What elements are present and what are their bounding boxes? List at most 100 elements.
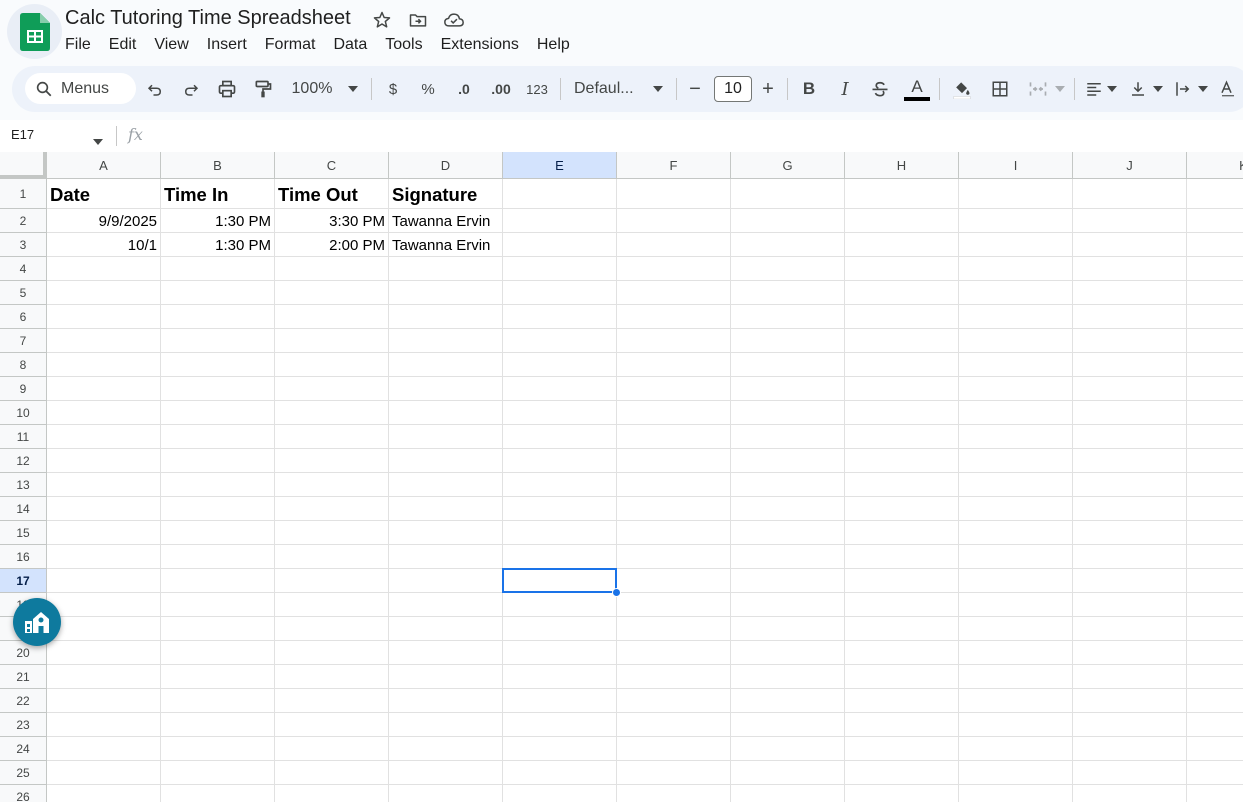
cell-i17[interactable] (959, 569, 1073, 593)
fill-color-button[interactable] (950, 76, 974, 102)
row-header-24[interactable]: 24 (0, 737, 47, 761)
text-rotation-button[interactable] (1217, 76, 1239, 102)
cell-f10[interactable] (617, 401, 731, 425)
cell-j9[interactable] (1073, 377, 1187, 401)
cell-i15[interactable] (959, 521, 1073, 545)
cell-k12[interactable] (1187, 449, 1243, 473)
column-header-c[interactable]: C (275, 152, 389, 179)
cell-c18[interactable] (275, 593, 389, 617)
cell-a4[interactable] (47, 257, 161, 281)
cell-c20[interactable] (275, 641, 389, 665)
cell-h18[interactable] (845, 593, 959, 617)
cell-h7[interactable] (845, 329, 959, 353)
cell-h19[interactable] (845, 617, 959, 641)
cell-k8[interactable] (1187, 353, 1243, 377)
number-format-button[interactable]: 123 (524, 76, 550, 102)
cell-c21[interactable] (275, 665, 389, 689)
horizontal-align-button[interactable] (1083, 76, 1105, 102)
name-box-dropdown-icon[interactable] (93, 132, 103, 150)
cell-d25[interactable] (389, 761, 503, 785)
cell-h20[interactable] (845, 641, 959, 665)
bold-button[interactable]: B (798, 76, 820, 102)
cell-h13[interactable] (845, 473, 959, 497)
cell-i16[interactable] (959, 545, 1073, 569)
cell-b13[interactable] (161, 473, 275, 497)
cell-j12[interactable] (1073, 449, 1187, 473)
cell-f26[interactable] (617, 785, 731, 802)
cell-e22[interactable] (503, 689, 617, 713)
cell-f8[interactable] (617, 353, 731, 377)
cell-j10[interactable] (1073, 401, 1187, 425)
row-header-1[interactable]: 1 (0, 179, 47, 209)
print-button[interactable] (215, 76, 239, 102)
row-header-9[interactable]: 9 (0, 377, 47, 401)
cell-k1[interactable] (1187, 179, 1243, 209)
cell-g13[interactable] (731, 473, 845, 497)
cell-b17[interactable] (161, 569, 275, 593)
active-cell-selection[interactable] (502, 568, 617, 593)
row-header-15[interactable]: 15 (0, 521, 47, 545)
cell-d20[interactable] (389, 641, 503, 665)
cell-j22[interactable] (1073, 689, 1187, 713)
cell-e20[interactable] (503, 641, 617, 665)
redo-button[interactable] (179, 76, 203, 102)
cell-c24[interactable] (275, 737, 389, 761)
cell-d23[interactable] (389, 713, 503, 737)
cell-e24[interactable] (503, 737, 617, 761)
cell-h3[interactable] (845, 233, 959, 257)
cell-f23[interactable] (617, 713, 731, 737)
cell-e5[interactable] (503, 281, 617, 305)
italic-button[interactable]: I (834, 76, 856, 102)
cell-c1[interactable]: Time Out (275, 179, 389, 209)
cell-j3[interactable] (1073, 233, 1187, 257)
cell-h17[interactable] (845, 569, 959, 593)
cell-g21[interactable] (731, 665, 845, 689)
star-icon[interactable] (371, 9, 393, 31)
cell-j2[interactable] (1073, 209, 1187, 233)
cell-g15[interactable] (731, 521, 845, 545)
cell-i2[interactable] (959, 209, 1073, 233)
accessibility-assistant-button[interactable] (13, 598, 61, 646)
column-header-i[interactable]: I (959, 152, 1073, 179)
cell-a1[interactable]: Date (47, 179, 161, 209)
cell-b11[interactable] (161, 425, 275, 449)
cell-a19[interactable] (47, 617, 161, 641)
cell-d24[interactable] (389, 737, 503, 761)
cell-b16[interactable] (161, 545, 275, 569)
cell-f13[interactable] (617, 473, 731, 497)
cell-i1[interactable] (959, 179, 1073, 209)
cell-c14[interactable] (275, 497, 389, 521)
row-header-6[interactable]: 6 (0, 305, 47, 329)
font-size-input[interactable]: 10 (714, 76, 752, 102)
cell-d6[interactable] (389, 305, 503, 329)
cell-a5[interactable] (47, 281, 161, 305)
cell-c16[interactable] (275, 545, 389, 569)
cell-c6[interactable] (275, 305, 389, 329)
cell-d12[interactable] (389, 449, 503, 473)
cell-c26[interactable] (275, 785, 389, 802)
cell-h1[interactable] (845, 179, 959, 209)
zoom-select[interactable]: 100% (287, 76, 337, 102)
cell-a15[interactable] (47, 521, 161, 545)
cell-k5[interactable] (1187, 281, 1243, 305)
cell-d4[interactable] (389, 257, 503, 281)
cell-a9[interactable] (47, 377, 161, 401)
cell-g26[interactable] (731, 785, 845, 802)
cell-b9[interactable] (161, 377, 275, 401)
cell-c22[interactable] (275, 689, 389, 713)
cell-g3[interactable] (731, 233, 845, 257)
cell-j18[interactable] (1073, 593, 1187, 617)
cell-e6[interactable] (503, 305, 617, 329)
cell-i26[interactable] (959, 785, 1073, 802)
cell-f5[interactable] (617, 281, 731, 305)
cell-h23[interactable] (845, 713, 959, 737)
row-header-13[interactable]: 13 (0, 473, 47, 497)
cell-f22[interactable] (617, 689, 731, 713)
cell-f20[interactable] (617, 641, 731, 665)
row-header-26[interactable]: 26 (0, 785, 47, 802)
cell-a10[interactable] (47, 401, 161, 425)
cell-f6[interactable] (617, 305, 731, 329)
cell-d17[interactable] (389, 569, 503, 593)
cell-e16[interactable] (503, 545, 617, 569)
row-header-16[interactable]: 16 (0, 545, 47, 569)
